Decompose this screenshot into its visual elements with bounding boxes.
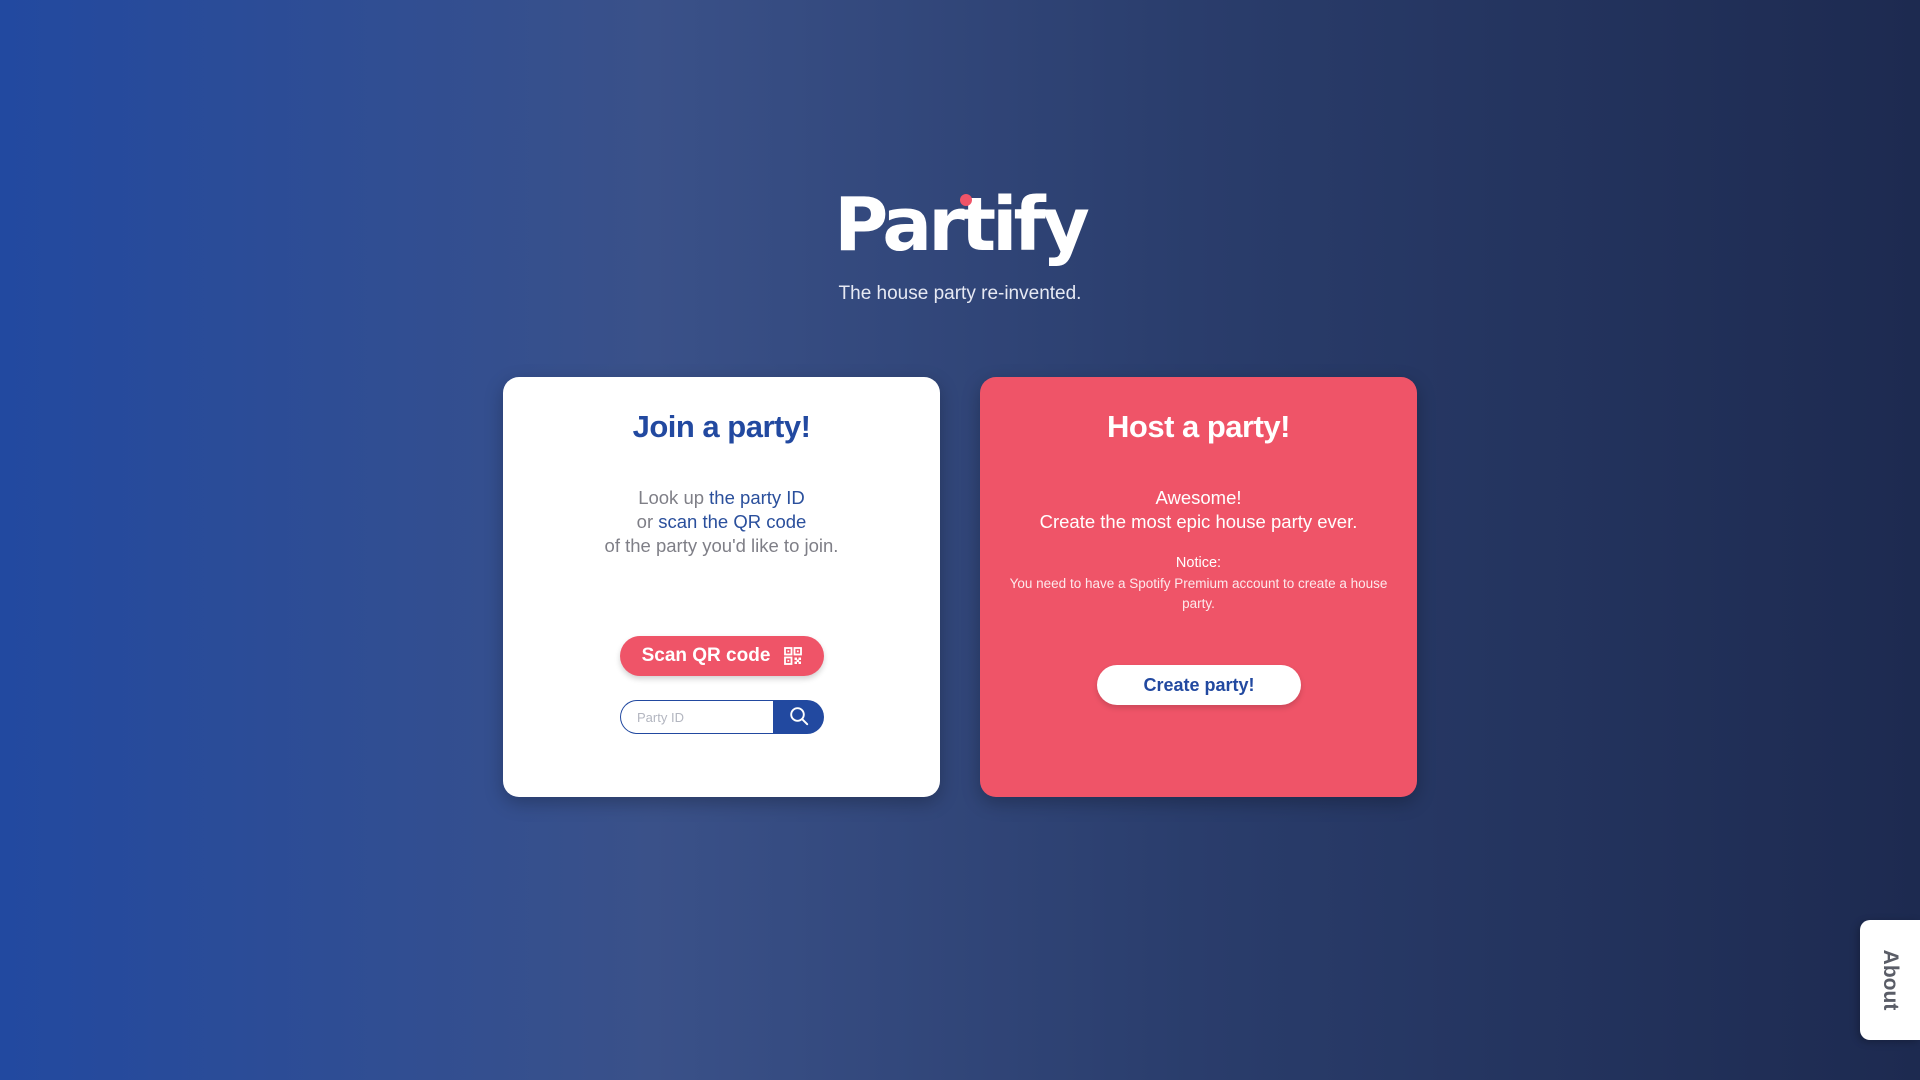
host-party-pitch: Awesome! Create the most epic house part… — [980, 486, 1417, 534]
party-id-highlight: the party ID — [709, 487, 805, 508]
host-party-card: Host a party! Awesome! Create the most e… — [980, 377, 1417, 797]
join-party-card: Join a party! Look up the party ID or sc… — [503, 377, 940, 797]
logo-dot — [960, 194, 973, 206]
about-tab[interactable]: About — [1860, 920, 1920, 1040]
notice-text: You need to have a Spotify Premium accou… — [1009, 576, 1388, 611]
logo-text: Partify — [834, 182, 1090, 268]
create-party-button[interactable]: Create party! — [1097, 665, 1301, 705]
tagline: The house party re-invented. — [838, 283, 1082, 304]
about-label: About — [1879, 949, 1902, 1011]
hero: Partify The house party re-invented. — [0, 180, 1920, 306]
qr-code-icon — [784, 647, 803, 665]
party-id-search-button[interactable] — [773, 700, 824, 734]
qr-code-highlight: scan the QR code — [658, 511, 807, 532]
host-party-title: Host a party! — [1107, 409, 1290, 444]
search-icon — [789, 706, 809, 729]
logo: Partify — [834, 180, 1090, 270]
join-desc-line-2-text: or — [636, 511, 659, 532]
scan-qr-code-label: Scan QR code — [641, 645, 771, 666]
scan-qr-code-button[interactable]: Scan QR code — [620, 636, 824, 676]
join-desc-line-2: or scan the QR code — [503, 510, 940, 534]
join-desc-line-1-text: Look up — [638, 487, 710, 508]
premium-notice: Notice: You need to have a Spotify Premi… — [1004, 553, 1393, 614]
join-party-description: Look up the party ID or scan the QR code… — [503, 486, 940, 558]
join-desc-line-1: Look up the party ID — [503, 486, 940, 510]
party-id-search — [620, 700, 824, 734]
host-pitch-text: Create the most epic house party ever. — [1039, 511, 1358, 532]
join-desc-line-3: of the party you'd like to join. — [604, 535, 839, 556]
notice-label: Notice: — [1175, 555, 1222, 571]
host-awesome-text: Awesome! — [1155, 487, 1242, 508]
join-party-title: Join a party! — [632, 409, 811, 444]
party-id-input[interactable] — [620, 700, 773, 734]
